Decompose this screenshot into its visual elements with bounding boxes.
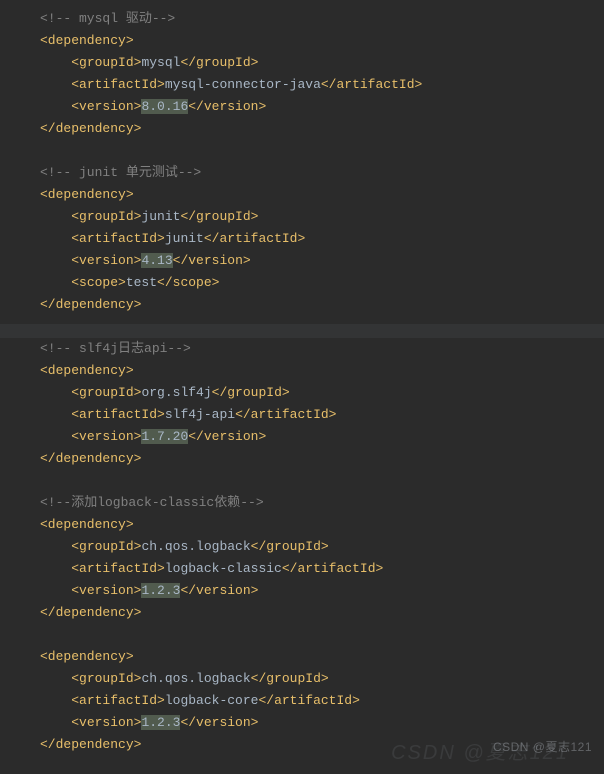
tag-open-dependency: <dependency> <box>40 187 134 202</box>
tag-close-groupid: </groupId> <box>180 55 258 70</box>
version-value: 1.2.3 <box>141 715 180 730</box>
artifactid-value: mysql-connector-java <box>165 77 321 92</box>
comment-mysql: <!-- mysql 驱动--> <box>40 11 175 26</box>
tag-open-version: <version> <box>71 99 141 114</box>
tag-close-artifactid: </artifactId> <box>235 407 336 422</box>
tag-open-version: <version> <box>71 429 141 444</box>
tag-close-dependency: </dependency> <box>40 737 141 752</box>
artifactid-value: slf4j-api <box>165 407 235 422</box>
version-value: 1.7.20 <box>141 429 188 444</box>
tag-open-groupid: <groupId> <box>71 385 141 400</box>
tag-open-groupid: <groupId> <box>71 55 141 70</box>
tag-close-version: </version> <box>173 253 251 268</box>
comment-logback-classic: <!--添加logback-classic依赖--> <box>40 495 264 510</box>
tag-open-version: <version> <box>71 715 141 730</box>
groupid-value: ch.qos.logback <box>141 671 250 686</box>
tag-close-scope: </scope> <box>157 275 219 290</box>
tag-open-groupid: <groupId> <box>71 671 141 686</box>
watermark: CSDN @夏志121 <box>493 736 592 758</box>
tag-close-version: </version> <box>188 99 266 114</box>
tag-close-artifactid: </artifactId> <box>321 77 422 92</box>
tag-close-groupid: </groupId> <box>251 539 329 554</box>
groupid-value: ch.qos.logback <box>141 539 250 554</box>
version-value: 1.2.3 <box>141 583 180 598</box>
artifactid-value: logback-classic <box>165 561 282 576</box>
groupid-value: mysql <box>141 55 180 70</box>
tag-close-version: </version> <box>188 429 266 444</box>
tag-close-groupid: </groupId> <box>212 385 290 400</box>
tag-close-version: </version> <box>180 715 258 730</box>
tag-close-artifactid: </artifactId> <box>258 693 359 708</box>
tag-close-artifactid: </artifactId> <box>282 561 383 576</box>
tag-open-artifactid: <artifactId> <box>71 693 165 708</box>
tag-close-groupid: </groupId> <box>251 671 329 686</box>
comment-slf4j: <!-- slf4j日志api--> <box>40 341 191 356</box>
tag-open-scope: <scope> <box>71 275 126 290</box>
tag-open-artifactid: <artifactId> <box>71 561 165 576</box>
code-block: <!-- mysql 驱动--> <dependency> <groupId>m… <box>0 0 604 764</box>
tag-open-version: <version> <box>71 253 141 268</box>
tag-close-dependency: </dependency> <box>40 121 141 136</box>
tag-close-dependency: </dependency> <box>40 605 141 620</box>
groupid-value: junit <box>141 209 180 224</box>
groupid-value: org.slf4j <box>141 385 211 400</box>
tag-close-dependency: </dependency> <box>40 297 141 312</box>
tag-open-dependency: <dependency> <box>40 363 134 378</box>
tag-open-groupid: <groupId> <box>71 209 141 224</box>
tag-close-dependency: </dependency> <box>40 451 141 466</box>
version-value: 8.0.16 <box>141 99 188 114</box>
tag-open-artifactid: <artifactId> <box>71 231 165 246</box>
scope-value: test <box>126 275 157 290</box>
comment-junit: <!-- junit 单元测试--> <box>40 165 201 180</box>
tag-close-groupid: </groupId> <box>180 209 258 224</box>
tag-close-version: </version> <box>180 583 258 598</box>
tag-open-groupid: <groupId> <box>71 539 141 554</box>
artifactid-value: logback-core <box>165 693 259 708</box>
tag-open-dependency: <dependency> <box>40 517 134 532</box>
artifactid-value: junit <box>165 231 204 246</box>
tag-open-dependency: <dependency> <box>40 33 134 48</box>
tag-open-artifactid: <artifactId> <box>71 77 165 92</box>
version-value: 4.13 <box>141 253 172 268</box>
tag-open-artifactid: <artifactId> <box>71 407 165 422</box>
tag-open-version: <version> <box>71 583 141 598</box>
tag-close-artifactid: </artifactId> <box>204 231 305 246</box>
tag-open-dependency: <dependency> <box>40 649 134 664</box>
